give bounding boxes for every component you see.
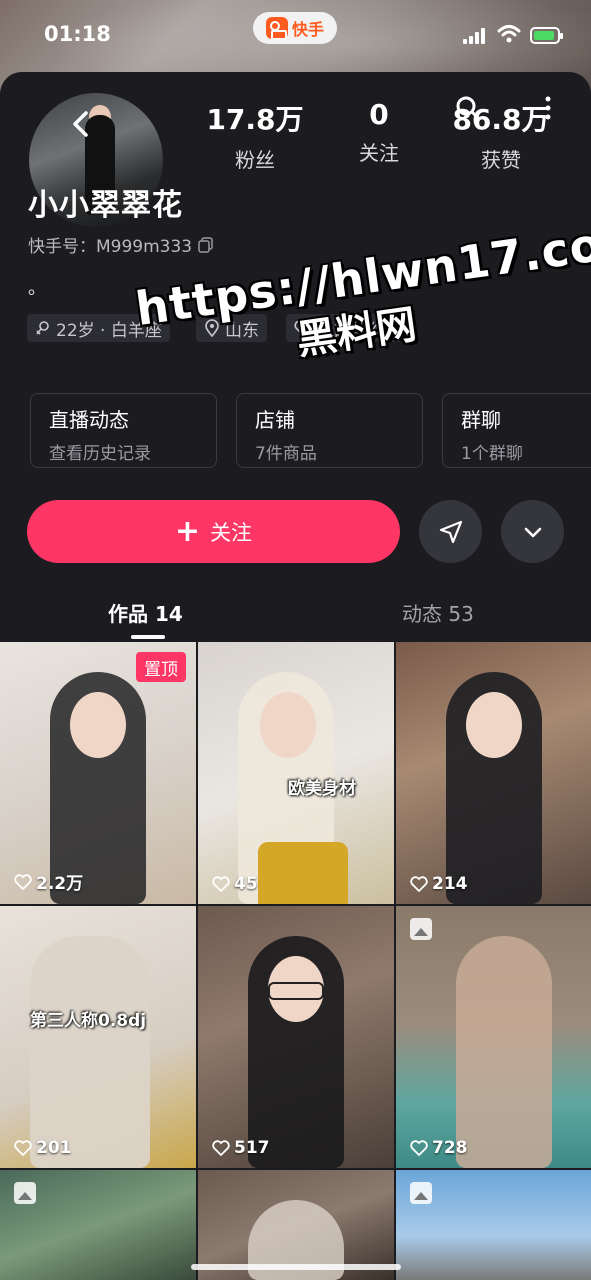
shop-entry[interactable]: 店铺 7件商品 [236,393,423,468]
profile-screen: 01:18 快手 17.8万 粉丝 0 关注 86.8万 获赞 小小翠翠花 快手… [0,0,591,1280]
video-thumbnail[interactable] [0,1170,196,1280]
send-message-button[interactable] [419,500,482,563]
battery-charging-icon [530,27,563,44]
more-options-icon[interactable] [530,90,566,126]
heart-outline-icon [294,320,312,336]
like-count-row: 728 [410,1138,468,1158]
live-history-subtitle: 查看历史记录 [49,444,151,464]
active-tab-indicator [131,635,165,639]
video-thumbnail[interactable]: 置顶 2.2万 [0,642,196,904]
kwai-id-row[interactable]: 快手号：M999m333 [28,232,214,257]
follow-button[interactable]: + 关注 [27,500,400,563]
video-thumbnail[interactable]: 欧美身材 45 [198,642,394,904]
heart-outline-icon [212,1140,230,1156]
following-count: 0 [369,98,389,131]
video-thumbnail[interactable]: 517 [198,906,394,1168]
expand-recommendations-button[interactable] [501,500,564,563]
tag-age-zodiac[interactable]: 22岁 · 白羊座 [27,314,170,342]
pinned-badge: 置顶 [136,652,186,682]
chevron-down-icon [524,527,541,537]
gender-icon [36,321,49,335]
video-thumbnail[interactable] [396,1170,591,1280]
location-pin-icon [205,319,219,337]
image-post-icon [410,918,432,940]
heart-outline-icon [410,876,428,892]
following-stat[interactable]: 0 关注 [324,98,434,166]
tab-works[interactable]: 作品 14 [108,598,183,627]
home-indicator[interactable] [191,1264,401,1270]
followers-count: 17.8万 [206,103,304,136]
app-name: 快手 [291,20,324,39]
tag-age-zodiac-label: 22岁 · 白羊座 [56,320,162,341]
image-post-icon [410,1182,432,1204]
video-caption: 欧美身材 [288,779,356,799]
video-thumbnail[interactable]: 214 [396,642,591,904]
follow-button-label: 关注 [210,520,253,545]
status-time: 01:18 [44,22,111,46]
like-count-row: 45 [212,874,258,894]
profile-card: 17.8万 粉丝 0 关注 86.8万 获赞 小小翠翠花 快手号：M999m33… [0,72,591,1280]
like-count-row: 201 [14,1138,72,1158]
search-icon[interactable] [450,90,486,126]
heart-outline-icon [410,1140,428,1156]
like-count-row: 517 [212,1138,270,1158]
tag-location-label: 山东 [225,320,259,341]
likes-label: 获赞 [481,148,521,172]
profile-bio: 。 [28,278,46,299]
like-count: 201 [36,1138,72,1158]
group-chat-entry[interactable]: 群聊 1个群聊 [442,393,591,468]
followers-stat[interactable]: 17.8万 粉丝 [200,98,310,173]
video-thumbnail[interactable]: 728 [396,906,591,1168]
tag-location[interactable]: 山东 [196,314,267,342]
heart-outline-icon [14,1140,32,1156]
heart-outline-icon [14,873,32,890]
image-post-icon [14,1182,36,1204]
tag-fan-group-label: 无的粉丝团 [317,320,402,341]
copy-icon[interactable] [198,236,214,253]
plus-icon: + [174,513,201,549]
followers-label: 粉丝 [235,148,275,172]
wifi-icon [497,25,521,43]
following-label: 关注 [359,141,399,165]
shop-subtitle: 7件商品 [255,444,317,464]
live-history-title: 直播动态 [49,408,129,432]
like-count: 45 [234,874,258,894]
cellular-signal-icon [463,28,485,44]
like-count-row: 2.2万 [14,869,83,894]
tab-moments[interactable]: 动态 53 [402,598,474,627]
heart-outline-icon [212,876,230,892]
shop-title: 店铺 [255,408,295,432]
like-count: 728 [432,1138,468,1158]
kuaishou-logo-icon [265,17,288,40]
profile-nickname: 小小翠翠花 [28,188,183,223]
back-arrow-icon[interactable] [67,109,97,139]
live-history-entry[interactable]: 直播动态 查看历史记录 [30,393,217,468]
like-count: 517 [234,1138,270,1158]
paper-plane-icon [439,520,462,543]
video-caption: 第三人称0.8dj [30,1011,147,1031]
video-thumbnail[interactable]: 第三人称0.8dj 201 [0,906,196,1168]
kwai-id: 快手号：M999m333 [28,237,193,257]
like-count: 214 [432,874,468,894]
tag-fan-group[interactable]: 无的粉丝团 [286,314,410,342]
like-count: 2.2万 [36,874,84,894]
app-indicator-pill[interactable]: 快手 [253,12,337,44]
group-chat-title: 群聊 [461,408,501,432]
group-chat-subtitle: 1个群聊 [461,444,523,464]
like-count-row: 214 [410,874,468,894]
